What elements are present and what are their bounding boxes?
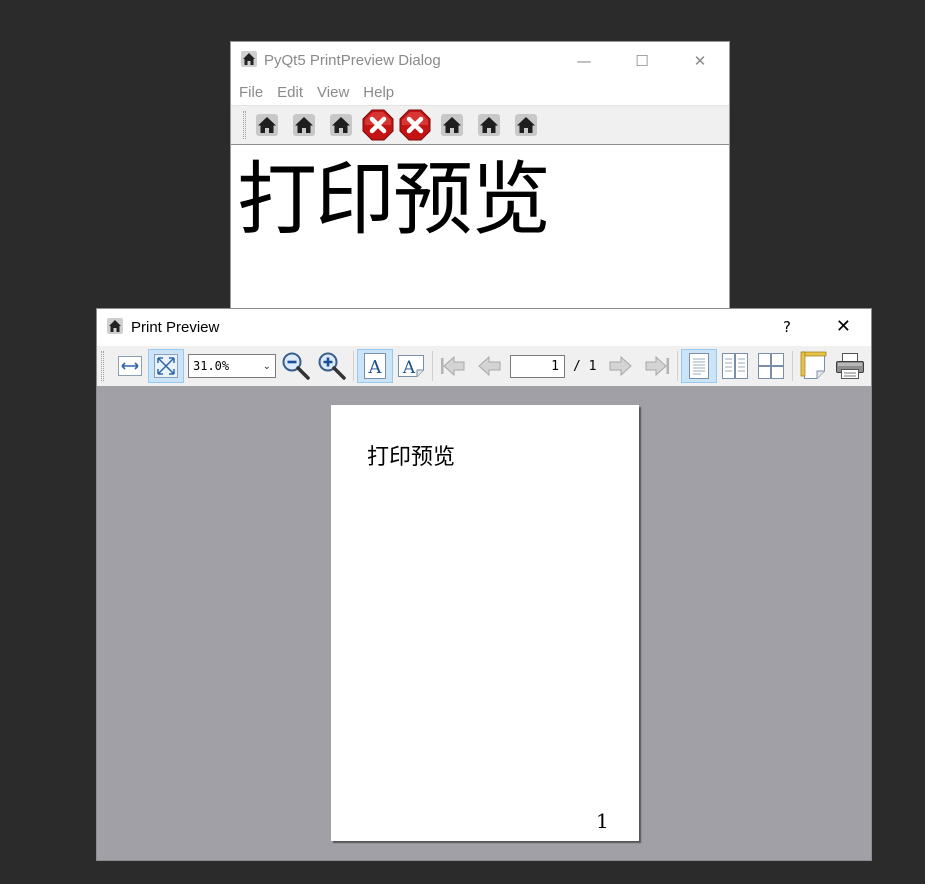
app-home-icon	[241, 50, 257, 71]
zoom-out-icon	[282, 352, 310, 380]
zoom-in-icon	[318, 352, 346, 380]
next-page-button[interactable]	[602, 349, 638, 383]
facing-pages-icon	[722, 353, 749, 379]
preview-canvas[interactable]: 打印预览 1	[97, 386, 871, 860]
landscape-button[interactable]: A	[393, 349, 429, 383]
previous-page-icon	[478, 355, 501, 377]
main-title-bar[interactable]: PyQt5 PrintPreview Dialog — ☐ ✕	[231, 42, 729, 79]
menu-view[interactable]: View	[313, 84, 357, 101]
print-preview-title: Print Preview	[131, 319, 220, 336]
main-window-title: PyQt5 PrintPreview Dialog	[264, 52, 441, 69]
print-preview-toolbar: 31.0% ⌄ A A 1 / 1	[97, 346, 871, 386]
toolbar-grip[interactable]	[243, 111, 246, 139]
fit-width-icon	[118, 356, 142, 376]
print-preview-dialog: Print Preview ? ✕ 31.0% ⌄ A A 1 / 1 打印预览…	[96, 308, 872, 861]
close-button[interactable]: ✕	[671, 42, 729, 79]
home-icon[interactable]	[433, 109, 470, 141]
fit-page-icon	[154, 354, 178, 378]
toolbar-separator	[432, 351, 433, 381]
main-toolbar	[231, 105, 729, 145]
first-page-button[interactable]	[436, 349, 472, 383]
landscape-icon: A	[398, 355, 424, 378]
error-icon[interactable]	[396, 109, 433, 141]
svg-text:A: A	[402, 358, 416, 378]
fit-width-button[interactable]	[112, 349, 148, 383]
next-page-icon	[609, 355, 633, 377]
page-total-label: / 1	[573, 358, 597, 374]
toolbar-separator	[677, 351, 679, 381]
chevron-down-icon: ⌄	[262, 360, 271, 372]
menu-help[interactable]: Help	[359, 84, 402, 101]
text-editor[interactable]: 打印预览	[231, 145, 729, 308]
zoom-select[interactable]: 31.0% ⌄	[188, 354, 276, 378]
grid-icon	[758, 353, 785, 379]
page-number: 1	[596, 809, 609, 833]
preview-page: 打印预览 1	[331, 405, 639, 841]
close-button[interactable]: ✕	[836, 316, 851, 337]
home-icon[interactable]	[285, 109, 322, 141]
editor-text: 打印预览	[237, 153, 551, 246]
zoom-in-button[interactable]	[314, 349, 350, 383]
single-page-button[interactable]	[681, 349, 718, 383]
toolbar-grip[interactable]	[101, 351, 104, 381]
home-icon[interactable]	[322, 109, 359, 141]
last-page-button[interactable]	[638, 349, 674, 383]
home-icon[interactable]	[248, 109, 285, 141]
zoom-out-button[interactable]	[278, 349, 314, 383]
first-page-icon	[441, 355, 465, 377]
previous-page-button[interactable]	[472, 349, 508, 383]
print-preview-title-bar[interactable]: Print Preview ? ✕	[97, 309, 871, 346]
svg-text:A: A	[368, 357, 383, 378]
last-page-icon	[645, 355, 670, 377]
facing-pages-button[interactable]	[717, 349, 753, 383]
toolbar-separator	[353, 351, 354, 381]
minimize-button[interactable]: —	[555, 42, 613, 79]
fit-page-button[interactable]	[148, 349, 184, 383]
page-number-input[interactable]: 1	[510, 354, 565, 378]
menu-bar: File Edit View Help	[231, 79, 729, 105]
print-button[interactable]	[832, 349, 868, 383]
toolbar-separator	[792, 351, 794, 381]
menu-edit[interactable]: Edit	[273, 84, 311, 101]
printer-icon	[836, 353, 865, 379]
error-icon[interactable]	[359, 109, 396, 141]
main-window: PyQt5 PrintPreview Dialog — ☐ ✕ File Edi…	[230, 41, 730, 309]
overview-button[interactable]	[753, 349, 789, 383]
home-icon[interactable]	[470, 109, 507, 141]
single-page-icon	[689, 353, 710, 379]
app-home-icon	[107, 317, 123, 338]
page-text: 打印预览	[367, 445, 456, 470]
portrait-icon: A	[364, 353, 386, 379]
page-setup-icon	[801, 351, 827, 379]
maximize-button[interactable]: ☐	[613, 42, 671, 79]
portrait-button[interactable]: A	[357, 349, 393, 383]
home-icon[interactable]	[507, 109, 544, 141]
zoom-value: 31.0%	[193, 359, 230, 373]
help-button[interactable]: ?	[783, 318, 791, 336]
page-setup-button[interactable]	[796, 349, 832, 383]
menu-file[interactable]: File	[235, 84, 271, 101]
